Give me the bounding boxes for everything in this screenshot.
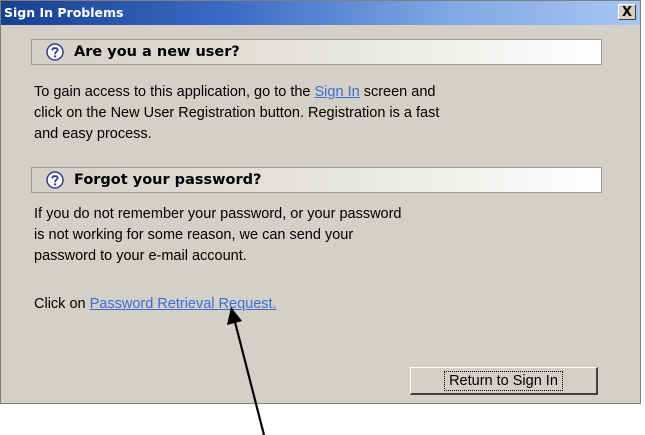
forgot-password-paragraph: If you do not remember your password, or… [34,204,402,267]
new-user-text-start: To gain access to this application, go t… [34,84,315,100]
help-question-icon [46,171,64,189]
title-bar[interactable]: Sign In Problems X [1,1,640,25]
sign-in-problems-dialog: Sign In Problems X Are you a new user? T… [0,0,641,404]
return-to-sign-in-button[interactable]: Return to Sign In [410,367,598,395]
forgot-text-line1: If you do not remember your password, or… [34,206,402,222]
click-on-text: Click on [34,296,90,312]
new-user-paragraph: To gain access to this application, go t… [34,82,439,145]
close-button[interactable]: X [618,4,636,20]
sign-in-link[interactable]: Sign In [315,84,360,100]
password-retrieval-link[interactable]: Password Retrieval Request. [90,296,277,312]
close-icon: X [621,4,633,20]
new-user-text-end: screen and [359,84,436,100]
forgot-text-line2: is not working for some reason, we can s… [34,227,354,243]
forgot-text-line3: password to your e-mail account. [34,248,247,264]
forgot-password-heading: Forgot your password? [74,172,262,188]
new-user-section-header: Are you a new user? [31,39,602,65]
new-user-text-line3: and easy process. [34,126,152,142]
new-user-heading: Are you a new user? [74,44,240,60]
retrieval-paragraph: Click on Password Retrieval Request. [34,294,277,315]
help-question-icon [46,43,64,61]
new-user-text-line2: click on the New User Registration butto… [34,105,440,121]
window-title: Sign In Problems [4,5,124,20]
forgot-password-section-header: Forgot your password? [31,167,602,193]
return-button-label: Return to Sign In [444,370,563,391]
